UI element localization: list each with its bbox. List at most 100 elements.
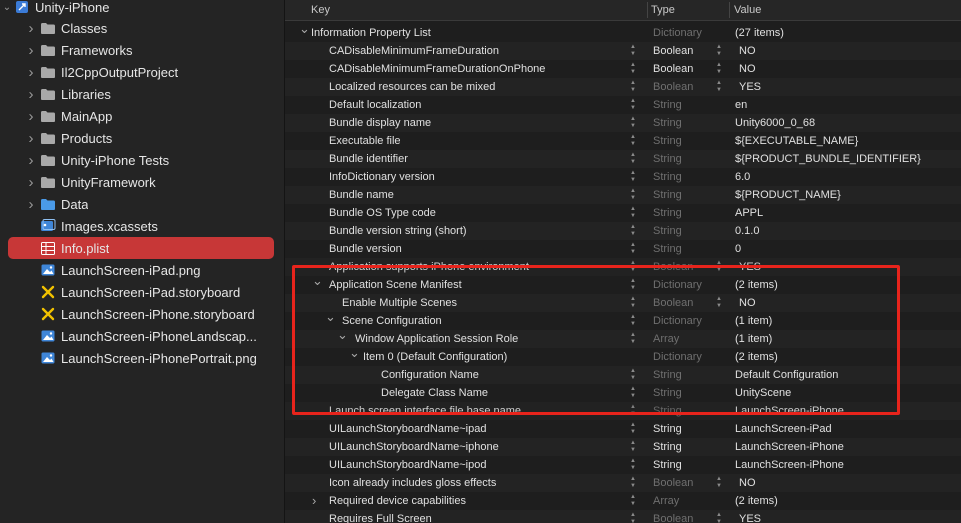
plist-value[interactable]: ${EXECUTABLE_NAME}	[735, 132, 858, 150]
plist-type[interactable]: String	[653, 240, 682, 258]
plist-type[interactable]: Array	[653, 492, 679, 510]
key-stepper-icon[interactable]: ▲ ▼	[630, 80, 636, 94]
chevron-right-icon[interactable]: ›	[25, 42, 37, 59]
navigator-item[interactable]: › Unity-iPhone Tests	[0, 149, 284, 171]
plist-type[interactable]: Dictionary	[653, 24, 702, 42]
plist-value[interactable]: Unity6000_0_68	[735, 114, 815, 132]
key-stepper-icon[interactable]: ▲ ▼	[630, 512, 636, 523]
plist-row[interactable]: Bundle display name ▲ ▼ String Unity6000_0_6…	[285, 114, 961, 132]
plist-value[interactable]: ${PRODUCT_NAME}	[735, 186, 841, 204]
key-stepper-icon[interactable]: ▲ ▼	[630, 458, 636, 472]
plist-type[interactable]: String	[653, 168, 682, 186]
plist-key[interactable]: Executable file	[329, 132, 401, 150]
plist-key[interactable]: Bundle identifier	[329, 150, 408, 168]
navigator-item[interactable]: › Classes	[0, 17, 284, 39]
plist-type[interactable]: String	[653, 186, 682, 204]
key-stepper-icon[interactable]: ▲ ▼	[630, 98, 636, 112]
key-column-header[interactable]: Key	[311, 0, 330, 20]
navigator-item[interactable]: › UnityFramework	[0, 171, 284, 193]
plist-type[interactable]: String	[653, 222, 682, 240]
key-stepper-icon[interactable]: ▲ ▼	[630, 494, 636, 508]
plist-key[interactable]: Bundle display name	[329, 114, 431, 132]
key-stepper-icon[interactable]: ▲ ▼	[630, 152, 636, 166]
key-stepper-icon[interactable]: ▲ ▼	[630, 206, 636, 220]
key-stepper-icon[interactable]: ▲ ▼	[630, 224, 636, 238]
plist-row[interactable]: CADisableMinimumFrameDurationOnPhone ▲ ▼ Bo…	[285, 60, 961, 78]
plist-row[interactable]: Requires Full Screen ▲ ▼ Boolean ▲ ▼ YES	[285, 510, 961, 523]
column-separator[interactable]	[647, 2, 648, 18]
plist-type[interactable]: String	[653, 438, 682, 456]
chevron-right-icon[interactable]: ›	[25, 130, 37, 147]
plist-value[interactable]: LaunchScreen-iPad	[735, 420, 832, 438]
plist-key[interactable]: UILaunchStoryboardName~ipod	[329, 456, 486, 474]
navigator-item[interactable]: LaunchScreen-iPhonePortrait.png	[0, 347, 284, 369]
plist-type[interactable]: Boolean	[653, 78, 693, 96]
plist-key[interactable]: Requires Full Screen	[329, 510, 432, 523]
chevron-right-icon[interactable]: ›	[25, 86, 37, 103]
plist-row[interactable]: ⌄ Information Property List Dictionary (27 …	[285, 21, 961, 42]
navigator-item[interactable]: Info.plist	[0, 237, 284, 259]
plist-type[interactable]: String	[653, 456, 682, 474]
plist-value[interactable]: YES	[739, 78, 761, 96]
plist-key[interactable]: InfoDictionary version	[329, 168, 435, 186]
plist-row[interactable]: UILaunchStoryboardName~ipad ▲ ▼ String Launc…	[285, 420, 961, 438]
plist-value[interactable]: (2 items)	[735, 492, 778, 510]
plist-key[interactable]: Information Property List	[311, 24, 431, 42]
key-stepper-icon[interactable]: ▲ ▼	[630, 422, 636, 436]
plist-type[interactable]: String	[653, 96, 682, 114]
navigator-item[interactable]: › Il2CppOutputProject	[0, 61, 284, 83]
chevron-right-icon[interactable]: ›	[25, 196, 37, 213]
navigator-item[interactable]: LaunchScreen-iPad.storyboard	[0, 281, 284, 303]
plist-key[interactable]: CADisableMinimumFrameDurationOnPhone	[329, 60, 545, 78]
plist-value[interactable]: NO	[739, 474, 756, 492]
plist-key[interactable]: Icon already includes gloss effects	[329, 474, 496, 492]
plist-key[interactable]: Localized resources can be mixed	[329, 78, 495, 96]
key-stepper-icon[interactable]: ▲ ▼	[630, 116, 636, 130]
plist-key[interactable]: Default localization	[329, 96, 421, 114]
plist-value[interactable]: YES	[739, 510, 761, 523]
chevron-right-icon[interactable]: ›	[25, 108, 37, 125]
plist-value[interactable]: LaunchScreen-iPhone	[735, 456, 844, 474]
plist-row[interactable]: Default localization ▲ ▼ String en	[285, 96, 961, 114]
project-root[interactable]: ⌄ Unity-iPhone	[0, 0, 284, 18]
plist-row[interactable]: Bundle name ▲ ▼ String ${PRODUCT_NAME}	[285, 186, 961, 204]
navigator-item[interactable]: › Data	[0, 193, 284, 215]
plist-key[interactable]: Bundle version string (short)	[329, 222, 467, 240]
chevron-right-icon[interactable]: ›	[25, 174, 37, 191]
navigator-item[interactable]: LaunchScreen-iPhoneLandscap...	[0, 325, 284, 347]
disclosure-closed-icon[interactable]: ›	[312, 492, 316, 510]
plist-row[interactable]: Executable file ▲ ▼ String ${EXECUTABLE_NAME…	[285, 132, 961, 150]
type-column-header[interactable]: Type	[651, 0, 675, 20]
plist-type[interactable]: Boolean	[653, 60, 693, 78]
plist-type[interactable]: Boolean	[653, 510, 693, 523]
chevron-right-icon[interactable]: ›	[25, 152, 37, 169]
plist-row[interactable]: UILaunchStoryboardName~ipod ▲ ▼ String Launc…	[285, 456, 961, 474]
plist-value[interactable]: 6.0	[735, 168, 750, 186]
plist-key[interactable]: UILaunchStoryboardName~iphone	[329, 438, 499, 456]
type-stepper-icon[interactable]: ▲ ▼	[716, 44, 722, 58]
navigator-item[interactable]: Images.xcassets	[0, 215, 284, 237]
plist-key[interactable]: Bundle OS Type code	[329, 204, 436, 222]
type-stepper-icon[interactable]: ▲ ▼	[716, 476, 722, 490]
plist-row[interactable]: Icon already includes gloss effects ▲ ▼ Boo…	[285, 474, 961, 492]
plist-value[interactable]: NO	[739, 60, 756, 78]
chevron-right-icon[interactable]: ›	[25, 64, 37, 81]
plist-type[interactable]: String	[653, 114, 682, 132]
column-separator[interactable]	[729, 2, 730, 18]
key-stepper-icon[interactable]: ▲ ▼	[630, 476, 636, 490]
plist-key[interactable]: Bundle version	[329, 240, 402, 258]
plist-key[interactable]: Bundle name	[329, 186, 394, 204]
plist-row[interactable]: UILaunchStoryboardName~iphone ▲ ▼ String Lau…	[285, 438, 961, 456]
plist-value[interactable]: en	[735, 96, 747, 114]
plist-type[interactable]: String	[653, 420, 682, 438]
plist-type[interactable]: Boolean	[653, 474, 693, 492]
plist-row[interactable]: InfoDictionary version ▲ ▼ String 6.0	[285, 168, 961, 186]
key-stepper-icon[interactable]: ▲ ▼	[630, 62, 636, 76]
value-column-header[interactable]: Value	[734, 0, 761, 20]
chevron-down-icon[interactable]: ⌄	[1, 2, 13, 13]
plist-type[interactable]: String	[653, 150, 682, 168]
type-stepper-icon[interactable]: ▲ ▼	[716, 512, 722, 523]
key-stepper-icon[interactable]: ▲ ▼	[630, 188, 636, 202]
key-stepper-icon[interactable]: ▲ ▼	[630, 170, 636, 184]
plist-row[interactable]: Bundle OS Type code ▲ ▼ String APPL	[285, 204, 961, 222]
